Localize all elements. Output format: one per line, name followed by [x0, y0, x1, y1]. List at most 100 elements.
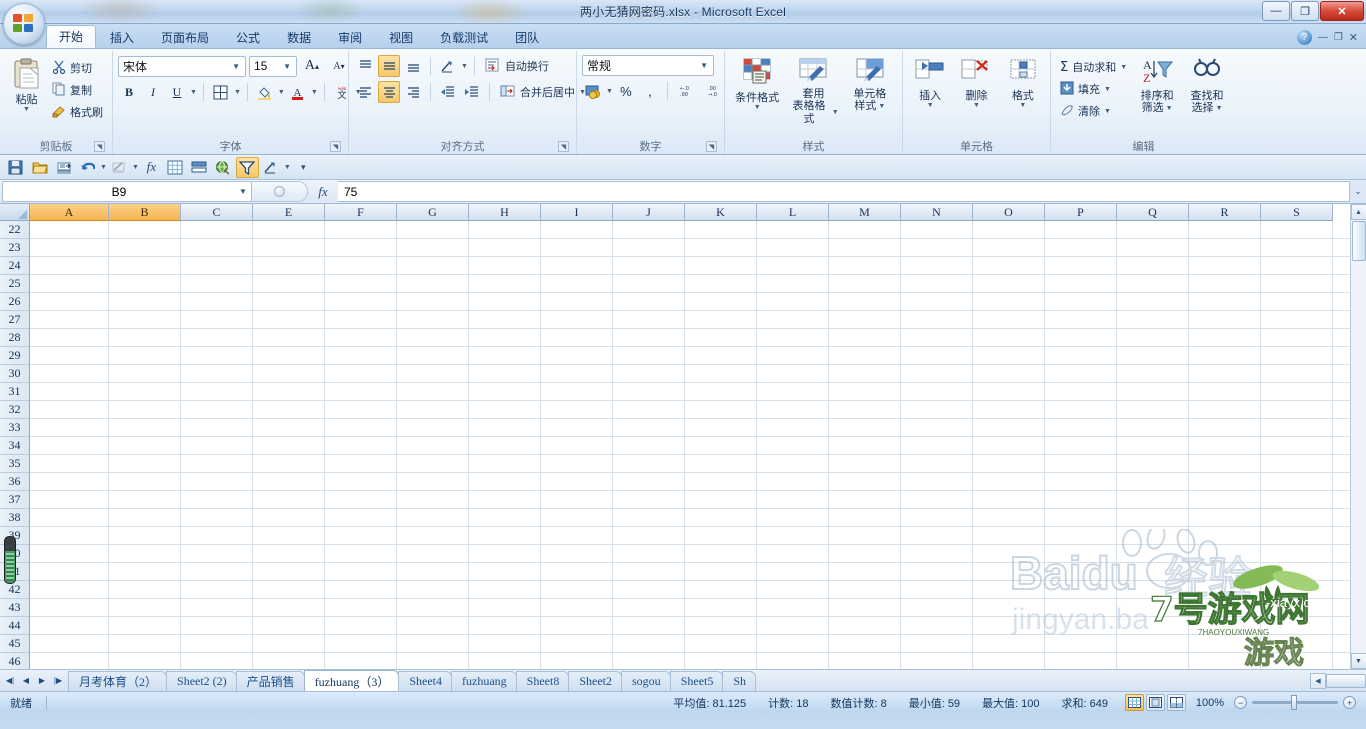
cell-R45[interactable]	[1189, 635, 1261, 653]
cell-K44[interactable]	[685, 617, 757, 635]
cell-P43[interactable]	[1045, 599, 1117, 617]
cell-O35[interactable]	[973, 455, 1045, 473]
cell-O34[interactable]	[973, 437, 1045, 455]
ribbon-tab-insert[interactable]: 插入	[97, 26, 147, 48]
zoom-level-label[interactable]: 100%	[1194, 697, 1234, 709]
cell-E24[interactable]	[253, 257, 325, 275]
row-header-31[interactable]: 31	[0, 383, 30, 401]
cell-L34[interactable]	[757, 437, 829, 455]
cell-Q44[interactable]	[1117, 617, 1189, 635]
cell-I43[interactable]	[541, 599, 613, 617]
cell-N26[interactable]	[901, 293, 973, 311]
cell-P32[interactable]	[1045, 401, 1117, 419]
cell-F29[interactable]	[325, 347, 397, 365]
cell-B24[interactable]	[109, 257, 181, 275]
cell-Q30[interactable]	[1117, 365, 1189, 383]
sort-dropdown-icon[interactable]: ▼	[284, 164, 291, 171]
cell-styles-button[interactable]: 单元格 样式 ▼	[843, 55, 897, 116]
cell-I31[interactable]	[541, 383, 613, 401]
redo-button[interactable]	[108, 157, 131, 178]
cell-N44[interactable]	[901, 617, 973, 635]
cell-J46[interactable]	[613, 653, 685, 669]
sheet-tab-9[interactable]: Sheet5	[669, 671, 724, 691]
cell-F24[interactable]	[325, 257, 397, 275]
cell-M26[interactable]	[829, 293, 901, 311]
cell-H31[interactable]	[469, 383, 541, 401]
cell-J35[interactable]	[613, 455, 685, 473]
cell-E32[interactable]	[253, 401, 325, 419]
document-minimize-button[interactable]: —	[1318, 32, 1328, 43]
next-sheet-button[interactable]: ▶	[35, 673, 49, 689]
expand-formula-bar-button[interactable]: ⌄	[1350, 180, 1366, 203]
cell-N45[interactable]	[901, 635, 973, 653]
cell-R23[interactable]	[1189, 239, 1261, 257]
cell-R34[interactable]	[1189, 437, 1261, 455]
cell-P26[interactable]	[1045, 293, 1117, 311]
cell-I41[interactable]	[541, 563, 613, 581]
cell-B39[interactable]	[109, 527, 181, 545]
cell-C28[interactable]	[181, 329, 253, 347]
cell-F42[interactable]	[325, 581, 397, 599]
cell-M29[interactable]	[829, 347, 901, 365]
cell-E34[interactable]	[253, 437, 325, 455]
cell-M34[interactable]	[829, 437, 901, 455]
cell-L39[interactable]	[757, 527, 829, 545]
cell-E40[interactable]	[253, 545, 325, 563]
column-header-f[interactable]: F	[325, 204, 397, 221]
cell-G44[interactable]	[397, 617, 469, 635]
cell-J29[interactable]	[613, 347, 685, 365]
cell-P28[interactable]	[1045, 329, 1117, 347]
cell-A40[interactable]	[30, 545, 109, 563]
cell-P23[interactable]	[1045, 239, 1117, 257]
customize-qat-button[interactable]: ▾	[292, 157, 315, 178]
cell-P33[interactable]	[1045, 419, 1117, 437]
cell-C42[interactable]	[181, 581, 253, 599]
cell-S28[interactable]	[1261, 329, 1333, 347]
cell-M46[interactable]	[829, 653, 901, 669]
cell-B43[interactable]	[109, 599, 181, 617]
cell-G31[interactable]	[397, 383, 469, 401]
cell-I23[interactable]	[541, 239, 613, 257]
cell-J42[interactable]	[613, 581, 685, 599]
cell-R36[interactable]	[1189, 473, 1261, 491]
find-select-dropdown-icon[interactable]: ▼	[1216, 105, 1223, 112]
cell-L22[interactable]	[757, 221, 829, 239]
cell-I28[interactable]	[541, 329, 613, 347]
cell-J44[interactable]	[613, 617, 685, 635]
cell-A42[interactable]	[30, 581, 109, 599]
cell-K24[interactable]	[685, 257, 757, 275]
number-dialog-launcher[interactable]: ◥	[706, 141, 717, 152]
cell-E44[interactable]	[253, 617, 325, 635]
cell-A36[interactable]	[30, 473, 109, 491]
cell-G45[interactable]	[397, 635, 469, 653]
cell-G41[interactable]	[397, 563, 469, 581]
sheet-tab-6[interactable]: Sheet8	[515, 671, 570, 691]
cell-S34[interactable]	[1261, 437, 1333, 455]
clipboard-dialog-launcher[interactable]: ◥	[94, 141, 105, 152]
cell-R38[interactable]	[1189, 509, 1261, 527]
cell-M43[interactable]	[829, 599, 901, 617]
cell-O44[interactable]	[973, 617, 1045, 635]
cell-J27[interactable]	[613, 311, 685, 329]
previous-sheet-button[interactable]: ◀	[19, 673, 33, 689]
cell-C46[interactable]	[181, 653, 253, 669]
cell-S32[interactable]	[1261, 401, 1333, 419]
scroll-down-button[interactable]: ▼	[1350, 653, 1366, 669]
cell-N33[interactable]	[901, 419, 973, 437]
cell-B34[interactable]	[109, 437, 181, 455]
insert-function-button[interactable]: fx	[140, 157, 163, 178]
cell-Q26[interactable]	[1117, 293, 1189, 311]
cell-S30[interactable]	[1261, 365, 1333, 383]
cell-B30[interactable]	[109, 365, 181, 383]
alignment-dialog-launcher[interactable]: ◥	[558, 141, 569, 152]
cell-L29[interactable]	[757, 347, 829, 365]
ribbon-tab-formulas[interactable]: 公式	[223, 26, 273, 48]
font-color-button[interactable]: A	[287, 81, 309, 103]
cell-E46[interactable]	[253, 653, 325, 669]
cell-C36[interactable]	[181, 473, 253, 491]
status-average[interactable]: 平均值: 81.125	[662, 695, 757, 711]
paste-button[interactable]: 粘贴 ▼	[5, 55, 48, 116]
status-count[interactable]: 计数: 18	[757, 695, 819, 711]
cell-K23[interactable]	[685, 239, 757, 257]
cell-O26[interactable]	[973, 293, 1045, 311]
